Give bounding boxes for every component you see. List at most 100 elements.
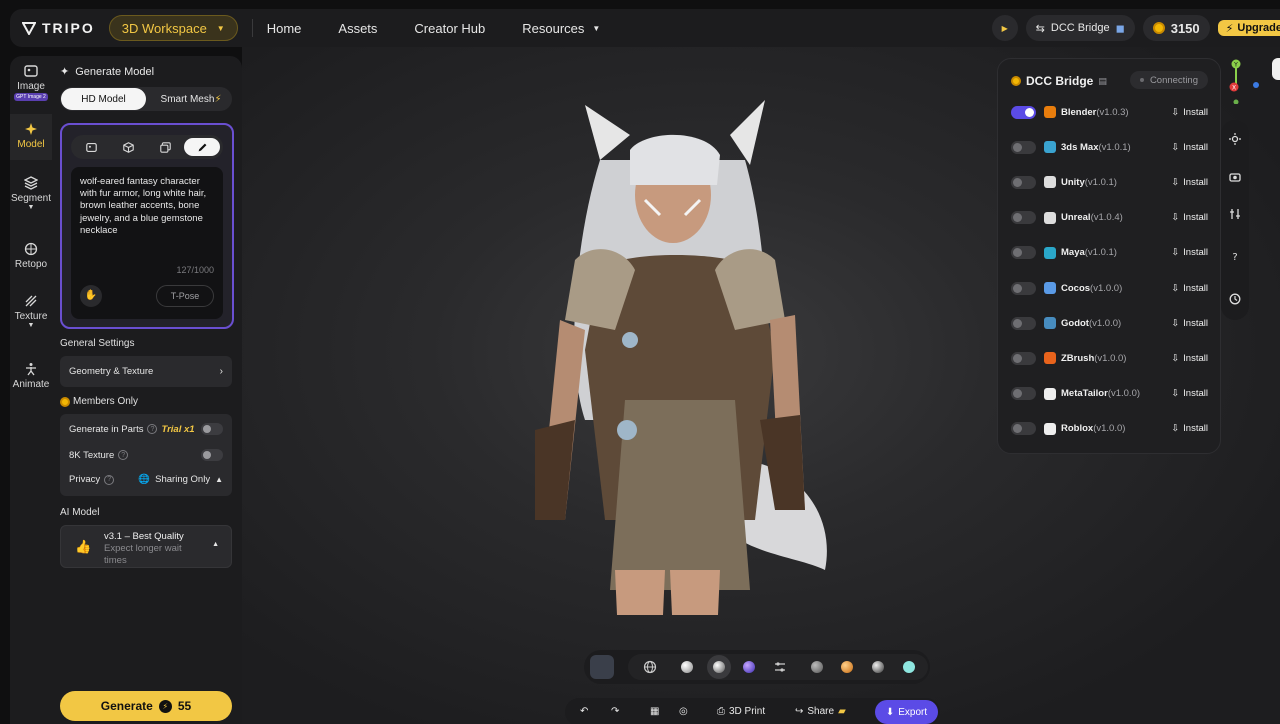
- smart-mesh-option[interactable]: Smart Mesh ⚡: [150, 87, 232, 111]
- nav-retopo[interactable]: Retopo: [10, 242, 52, 272]
- install-button[interactable]: ⇩ Install: [1171, 283, 1208, 294]
- install-button[interactable]: ⇩ Install: [1171, 423, 1208, 434]
- orange-sphere-icon[interactable]: [841, 661, 853, 673]
- credits-button[interactable]: 3150: [1142, 15, 1210, 41]
- nav-home[interactable]: Home: [267, 21, 302, 36]
- nav-segment[interactable]: Segment ▼: [10, 176, 52, 220]
- t-pose-button[interactable]: T-Pose: [156, 285, 214, 307]
- help-icon[interactable]: ?: [1229, 250, 1241, 262]
- install-button[interactable]: ⇩ Install: [1171, 142, 1208, 153]
- cyan-sphere-icon[interactable]: [903, 661, 915, 673]
- trial-badge: Trial x1: [161, 423, 195, 435]
- view-icon[interactable]: ◎: [679, 706, 688, 717]
- app-toggle[interactable]: [1011, 140, 1036, 154]
- privacy-dropdown[interactable]: 🌐 Sharing Only ▲: [138, 474, 223, 485]
- dcc-bridge-button[interactable]: ⇆ DCC Bridge ◼: [1025, 15, 1135, 41]
- app-toggle[interactable]: [1011, 211, 1036, 225]
- install-label: Install: [1183, 106, 1208, 118]
- tab-text-input[interactable]: [184, 138, 220, 156]
- export-button[interactable]: ⬇ Export: [875, 700, 938, 724]
- ai-model-dropdown[interactable]: 👍 v3.1 – Best Quality Expect longer wait…: [60, 525, 232, 568]
- help-icon[interactable]: ?: [118, 450, 129, 460]
- nav-model[interactable]: Model: [10, 114, 52, 160]
- app-toggle[interactable]: [1011, 246, 1036, 260]
- tripo-logo[interactable]: TRIPO: [22, 20, 95, 36]
- app-version: (v1.0.0): [1090, 282, 1123, 294]
- install-button[interactable]: ⇩ Install: [1171, 107, 1208, 118]
- app-toggle[interactable]: [1011, 316, 1036, 330]
- generate-button[interactable]: Generate ⚡ 55: [60, 691, 232, 721]
- pose-hand-button[interactable]: ✋: [80, 285, 102, 307]
- generate-in-parts-toggle[interactable]: [201, 423, 223, 435]
- install-button[interactable]: ⇩ Install: [1171, 318, 1208, 329]
- camera-icon[interactable]: [1229, 171, 1241, 183]
- shaded-sphere-icon[interactable]: [713, 661, 725, 673]
- privacy-row: Privacy ? 🌐 Sharing Only ▲: [69, 474, 223, 485]
- adjust-icon[interactable]: [773, 660, 787, 674]
- tab-multi-image-input[interactable]: [147, 138, 183, 156]
- app-toggle[interactable]: [1011, 351, 1036, 365]
- app-version: (v1.0.0): [1088, 317, 1122, 329]
- install-button[interactable]: ⇩ Install: [1171, 247, 1208, 258]
- app-logo-icon: [1044, 246, 1056, 259]
- redo-icon[interactable]: ↷: [611, 706, 619, 717]
- sun-icon[interactable]: [1229, 133, 1241, 145]
- nav-animate[interactable]: Animate: [10, 362, 52, 392]
- nav-creator-hub[interactable]: Creator Hub: [414, 21, 485, 36]
- upgrade-button[interactable]: ⚡ Upgrade: [1217, 20, 1280, 36]
- app-toggle[interactable]: [1011, 387, 1036, 401]
- dcc-bridge-panel: DCC Bridge ▤ Connecting Blender (v1.0.3) ⇩…: [997, 58, 1221, 454]
- app-toggle[interactable]: [1011, 422, 1036, 436]
- matcap-sphere-icon[interactable]: [681, 661, 693, 673]
- nav-assets[interactable]: Assets: [338, 21, 377, 36]
- install-label: Install: [1183, 317, 1208, 329]
- model-thumbnail[interactable]: [590, 655, 614, 679]
- nav-model-label: Model: [17, 139, 45, 150]
- sliders-icon[interactable]: [1229, 208, 1241, 220]
- tab-image-input[interactable]: [73, 138, 109, 156]
- install-button[interactable]: ⇩ Install: [1171, 388, 1208, 399]
- wireframe-icon[interactable]: [643, 660, 657, 674]
- nav-texture[interactable]: Texture ▼: [10, 294, 52, 338]
- cube-icon: [122, 141, 134, 153]
- ai-model-desc: Expect longer wait times: [104, 543, 182, 566]
- workspace-dropdown[interactable]: 3D Workspace ▼: [108, 15, 238, 41]
- install-button[interactable]: ⇩ Install: [1171, 212, 1208, 223]
- ai-model-info: v3.1 – Best Quality Expect longer wait t…: [104, 531, 204, 567]
- undo-icon[interactable]: ↶: [580, 706, 588, 717]
- install-button[interactable]: ⇩ Install: [1171, 353, 1208, 364]
- dcc-app-row: Roblox (v1.0.0) ⇩ Install: [1011, 419, 1208, 439]
- prompt-textarea[interactable]: wolf-eared fantasy character with fur ar…: [71, 167, 223, 319]
- help-icon[interactable]: ?: [104, 474, 115, 485]
- gray-sphere-icon[interactable]: [811, 661, 823, 673]
- nav-resources[interactable]: Resources ▼: [522, 21, 600, 36]
- panel-toggle-tab[interactable]: [1272, 58, 1280, 80]
- app-version: (v1.0.3): [1096, 106, 1129, 118]
- texture-8k-toggle[interactable]: [201, 449, 223, 461]
- share-button[interactable]: ↪ Share ▰: [795, 706, 846, 717]
- thumbs-up-icon: 👍: [75, 539, 92, 554]
- nav-image[interactable]: Image GPT Image 2: [10, 64, 52, 112]
- history-icon[interactable]: [1229, 293, 1241, 305]
- axis-gizmo[interactable]: Y X: [1228, 58, 1262, 104]
- gift-icon[interactable]: ▦: [650, 706, 659, 717]
- texture-icon: [25, 295, 37, 307]
- install-button[interactable]: ⇩ Install: [1171, 177, 1208, 188]
- 3d-print-button[interactable]: ⎙ 3D Print: [717, 706, 765, 717]
- app-toggle[interactable]: [1011, 105, 1036, 119]
- svg-text:?: ?: [1232, 252, 1237, 262]
- tab-3d-input[interactable]: [110, 138, 146, 156]
- app-toggle[interactable]: [1011, 175, 1036, 189]
- install-icon: ⇩: [1171, 176, 1180, 188]
- play-button[interactable]: ▶: [991, 15, 1018, 41]
- swap-icon: ⇆: [1035, 22, 1045, 35]
- nav-retopo-label: Retopo: [14, 259, 48, 270]
- dcc-app-row: Godot (v1.0.0) ⇩ Install: [1011, 313, 1208, 333]
- normal-sphere-icon[interactable]: [743, 661, 755, 673]
- document-icon[interactable]: ▤: [1098, 76, 1107, 87]
- geometry-texture-row[interactable]: Geometry & Texture ›: [60, 356, 232, 387]
- help-icon[interactable]: ?: [147, 424, 158, 434]
- hd-model-option[interactable]: HD Model: [61, 88, 146, 110]
- metal-sphere-icon[interactable]: [872, 661, 884, 673]
- app-toggle[interactable]: [1011, 281, 1036, 295]
